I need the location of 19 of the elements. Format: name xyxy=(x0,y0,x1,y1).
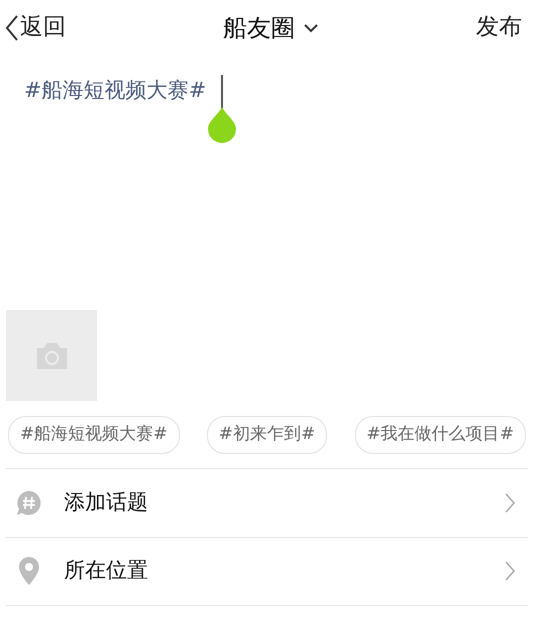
chevron-right-icon xyxy=(504,560,516,582)
topic-chip[interactable]: #初来乍到# xyxy=(206,416,328,454)
topic-chip[interactable]: #船海短视频大赛# xyxy=(8,416,180,454)
post-text-field[interactable]: #船海短视频大赛# xyxy=(24,75,206,106)
title-dropdown[interactable]: 船友圈 xyxy=(223,10,319,46)
option-label: 添加话题 xyxy=(64,488,149,516)
caret-icon xyxy=(303,22,319,32)
topic-chip[interactable]: #我在做什么项目# xyxy=(354,416,526,454)
back-chevron-icon xyxy=(4,14,20,42)
hashtag-bubble-icon xyxy=(16,490,42,516)
chevron-right-icon xyxy=(504,492,516,514)
option-label: 所在位置 xyxy=(64,557,149,584)
text-cursor xyxy=(221,75,224,109)
add-photo-button[interactable] xyxy=(6,310,97,401)
option-row[interactable]: 所在位置 xyxy=(6,536,528,606)
location-pin-icon xyxy=(18,556,40,586)
publish-button[interactable]: 发布 xyxy=(476,10,522,45)
cursor-handle-icon[interactable] xyxy=(206,107,238,143)
back-button[interactable]: 返回 xyxy=(4,10,66,45)
